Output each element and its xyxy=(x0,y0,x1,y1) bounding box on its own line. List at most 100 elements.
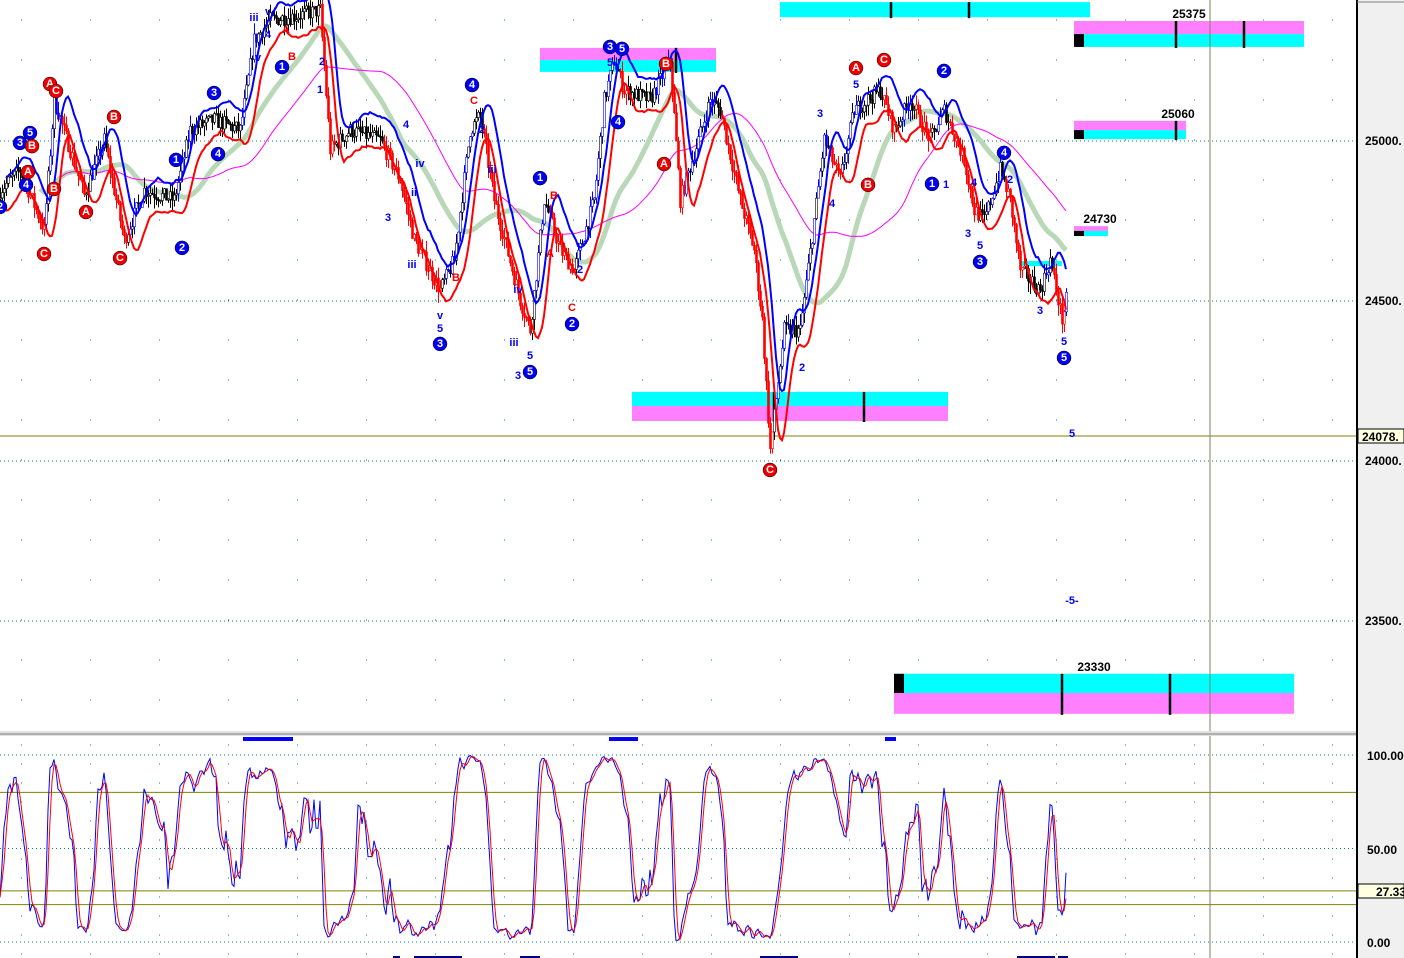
candle-body xyxy=(479,111,482,115)
wave-label: 3 xyxy=(965,228,971,240)
candle-body xyxy=(673,92,676,114)
y-tick-label: 23500. xyxy=(1365,614,1402,628)
candle-body xyxy=(275,15,278,19)
candle-body xyxy=(1041,289,1044,292)
candle-body xyxy=(107,147,110,157)
wave-label: 2 xyxy=(577,264,583,276)
candle-body xyxy=(155,197,158,200)
candle-body xyxy=(607,80,610,97)
wave-label: iii xyxy=(487,164,496,176)
candle-body xyxy=(445,269,448,279)
candle-body xyxy=(375,130,378,136)
candle-body xyxy=(741,193,744,209)
candle-body xyxy=(359,126,362,132)
candle-body xyxy=(991,198,994,205)
candle-body xyxy=(153,193,156,198)
zone-band xyxy=(1074,120,1186,131)
candle-body xyxy=(381,136,384,142)
candle-body xyxy=(919,109,922,127)
candle-body xyxy=(917,104,920,111)
candle-body xyxy=(783,322,786,349)
stochastic-oscillator xyxy=(0,737,1357,958)
candle-body xyxy=(165,188,168,201)
candle-body xyxy=(97,148,100,157)
candle-body xyxy=(751,232,754,246)
candle-body xyxy=(589,206,592,230)
candle-body xyxy=(475,117,478,122)
candle-body xyxy=(209,114,212,117)
zone-price-label: 25060 xyxy=(1161,107,1195,121)
candle-body xyxy=(739,190,742,195)
candle-body xyxy=(523,313,526,318)
candle-body xyxy=(159,200,162,202)
candle-body xyxy=(879,86,882,98)
candle-body xyxy=(321,3,324,38)
zone-price-label: 24730 xyxy=(1083,212,1117,226)
candle-body xyxy=(885,95,888,105)
wave-label: 4 xyxy=(265,29,272,41)
candle-body xyxy=(825,134,828,147)
candle-body xyxy=(499,218,502,231)
candle-body xyxy=(965,164,968,175)
candle-body xyxy=(9,176,12,179)
candle-body xyxy=(813,218,816,244)
candle-body xyxy=(1019,250,1022,271)
zone-marker xyxy=(1074,130,1084,140)
candle-body xyxy=(117,199,120,204)
wave-label: v xyxy=(265,6,272,18)
wave-label: 5 xyxy=(1069,428,1075,440)
candle-body xyxy=(169,191,172,200)
candle-body xyxy=(719,107,722,116)
candle-body xyxy=(441,279,444,289)
candle-body xyxy=(85,193,88,196)
candle-body xyxy=(11,174,14,178)
candle-body xyxy=(905,103,908,107)
candle-body xyxy=(171,191,174,201)
candle-body xyxy=(135,202,138,209)
candle-body xyxy=(355,127,358,137)
zone-band xyxy=(780,2,1090,18)
candle-body xyxy=(1053,268,1056,275)
wave-label: 3 xyxy=(515,370,521,382)
candle-body xyxy=(241,116,244,126)
candle-body xyxy=(405,196,408,205)
candle-body xyxy=(1011,195,1014,218)
candle-body xyxy=(65,124,68,132)
wave-label: iv xyxy=(513,284,523,296)
wave-label: v xyxy=(437,310,444,322)
candle-body xyxy=(715,100,718,104)
candle-body xyxy=(649,91,652,95)
candle-body xyxy=(467,146,470,158)
candle-body xyxy=(721,115,724,119)
wave-label: 5 xyxy=(27,127,33,139)
candle-body xyxy=(79,175,82,181)
candle-body xyxy=(407,203,410,216)
candle-body xyxy=(415,234,418,242)
candle-body xyxy=(149,192,152,196)
candle-body xyxy=(1063,311,1066,325)
wave-label: iii xyxy=(249,12,258,24)
candle-body xyxy=(137,202,140,204)
candle-body xyxy=(233,125,236,132)
wave-label: 4 xyxy=(615,116,622,128)
candle-body xyxy=(459,212,462,233)
wave-label: 4 xyxy=(971,177,978,189)
candle-body xyxy=(17,167,20,172)
zone-marker xyxy=(894,673,904,693)
candle-body xyxy=(199,119,202,128)
target-zones: 25375 25060 24730 23330 xyxy=(540,2,1304,715)
wave-label: A xyxy=(660,158,668,170)
candle-body xyxy=(325,65,328,97)
candle-body xyxy=(1,192,4,199)
candle-body xyxy=(243,98,246,118)
trading-chart[interactable]: 25375250602473023330 3542123414123535412… xyxy=(0,0,1404,958)
zone-band xyxy=(632,391,948,406)
wave-label: 3 xyxy=(17,137,23,149)
candle-body xyxy=(235,121,238,126)
candle-body xyxy=(925,121,928,130)
last-price-label: 24078. xyxy=(1362,430,1399,444)
candle-body xyxy=(971,188,974,204)
zone-price-label: 25375 xyxy=(1172,7,1206,21)
candle-body xyxy=(511,262,514,272)
candle-body xyxy=(613,61,616,66)
